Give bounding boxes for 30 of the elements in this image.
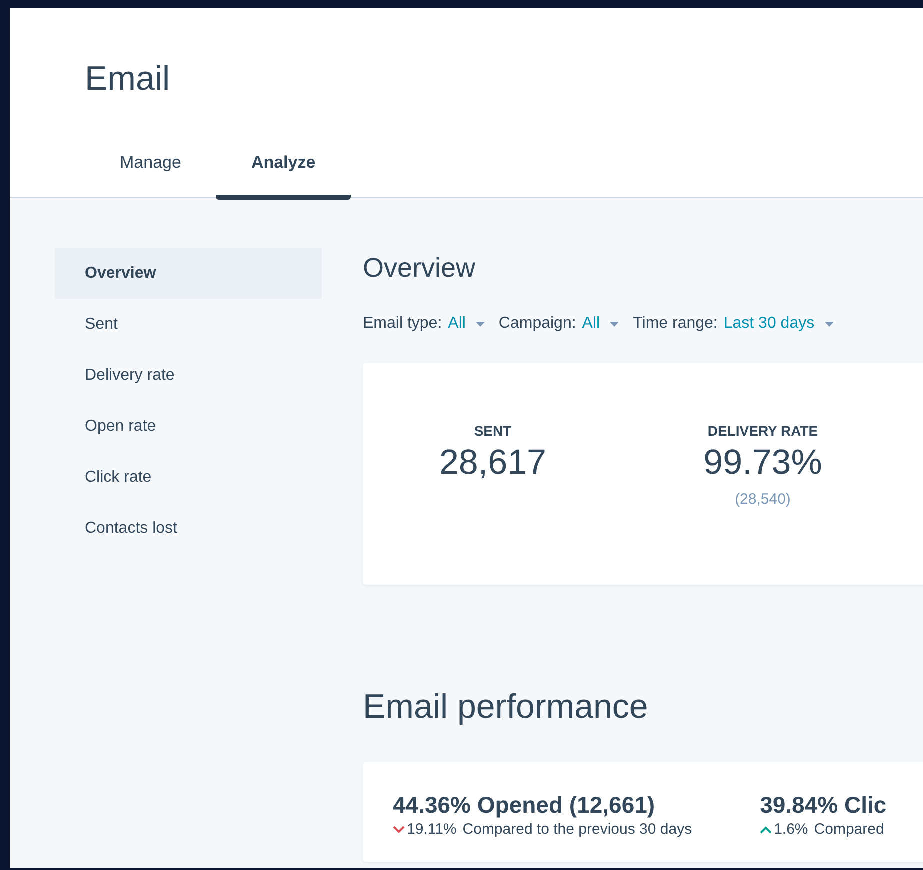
stat-value: 99.73% [704, 443, 822, 483]
section-title: Email performance [363, 687, 650, 727]
up-chevron-icon [760, 826, 772, 834]
sidebar-item[interactable]: Overview [55, 248, 322, 299]
stat-value: 28,617 [439, 443, 547, 483]
stat-label: SENT [474, 423, 512, 439]
sidebar-item[interactable]: Contacts lost [55, 503, 322, 554]
sidebar-item[interactable]: Click rate [55, 452, 322, 503]
sidebar-item[interactable]: Open rate [55, 401, 322, 452]
comparison-note: Compared [814, 821, 884, 838]
comparison-note: Compared to the previous 30 days [462, 821, 692, 838]
stat-subvalue: (28,540) [735, 491, 791, 508]
sidebar-item[interactable]: Sent [55, 299, 322, 350]
tab[interactable]: Manage [92, 141, 216, 200]
metric-headline: 39.84% Clic [760, 792, 887, 819]
change-value: 19.11% [407, 821, 457, 838]
filter-label: Email type: [363, 315, 442, 333]
metric-headline: 44.36% Opened (12,661) [393, 792, 656, 819]
stat-label: DELIVERY RATE [708, 423, 818, 439]
change-value: 1.6% [774, 821, 808, 838]
caret-icon [476, 322, 485, 326]
filter-label: Time range: [633, 315, 718, 333]
caret-icon [610, 322, 620, 326]
page-title: Email [85, 60, 170, 99]
filter-label: Campaign: [498, 315, 576, 333]
tab[interactable]: Analyze [216, 141, 351, 200]
section-title: Overview [363, 252, 477, 285]
down-chevron-icon [393, 826, 405, 834]
caret-icon [824, 322, 834, 326]
sidebar-item[interactable]: Delivery rate [55, 350, 322, 401]
